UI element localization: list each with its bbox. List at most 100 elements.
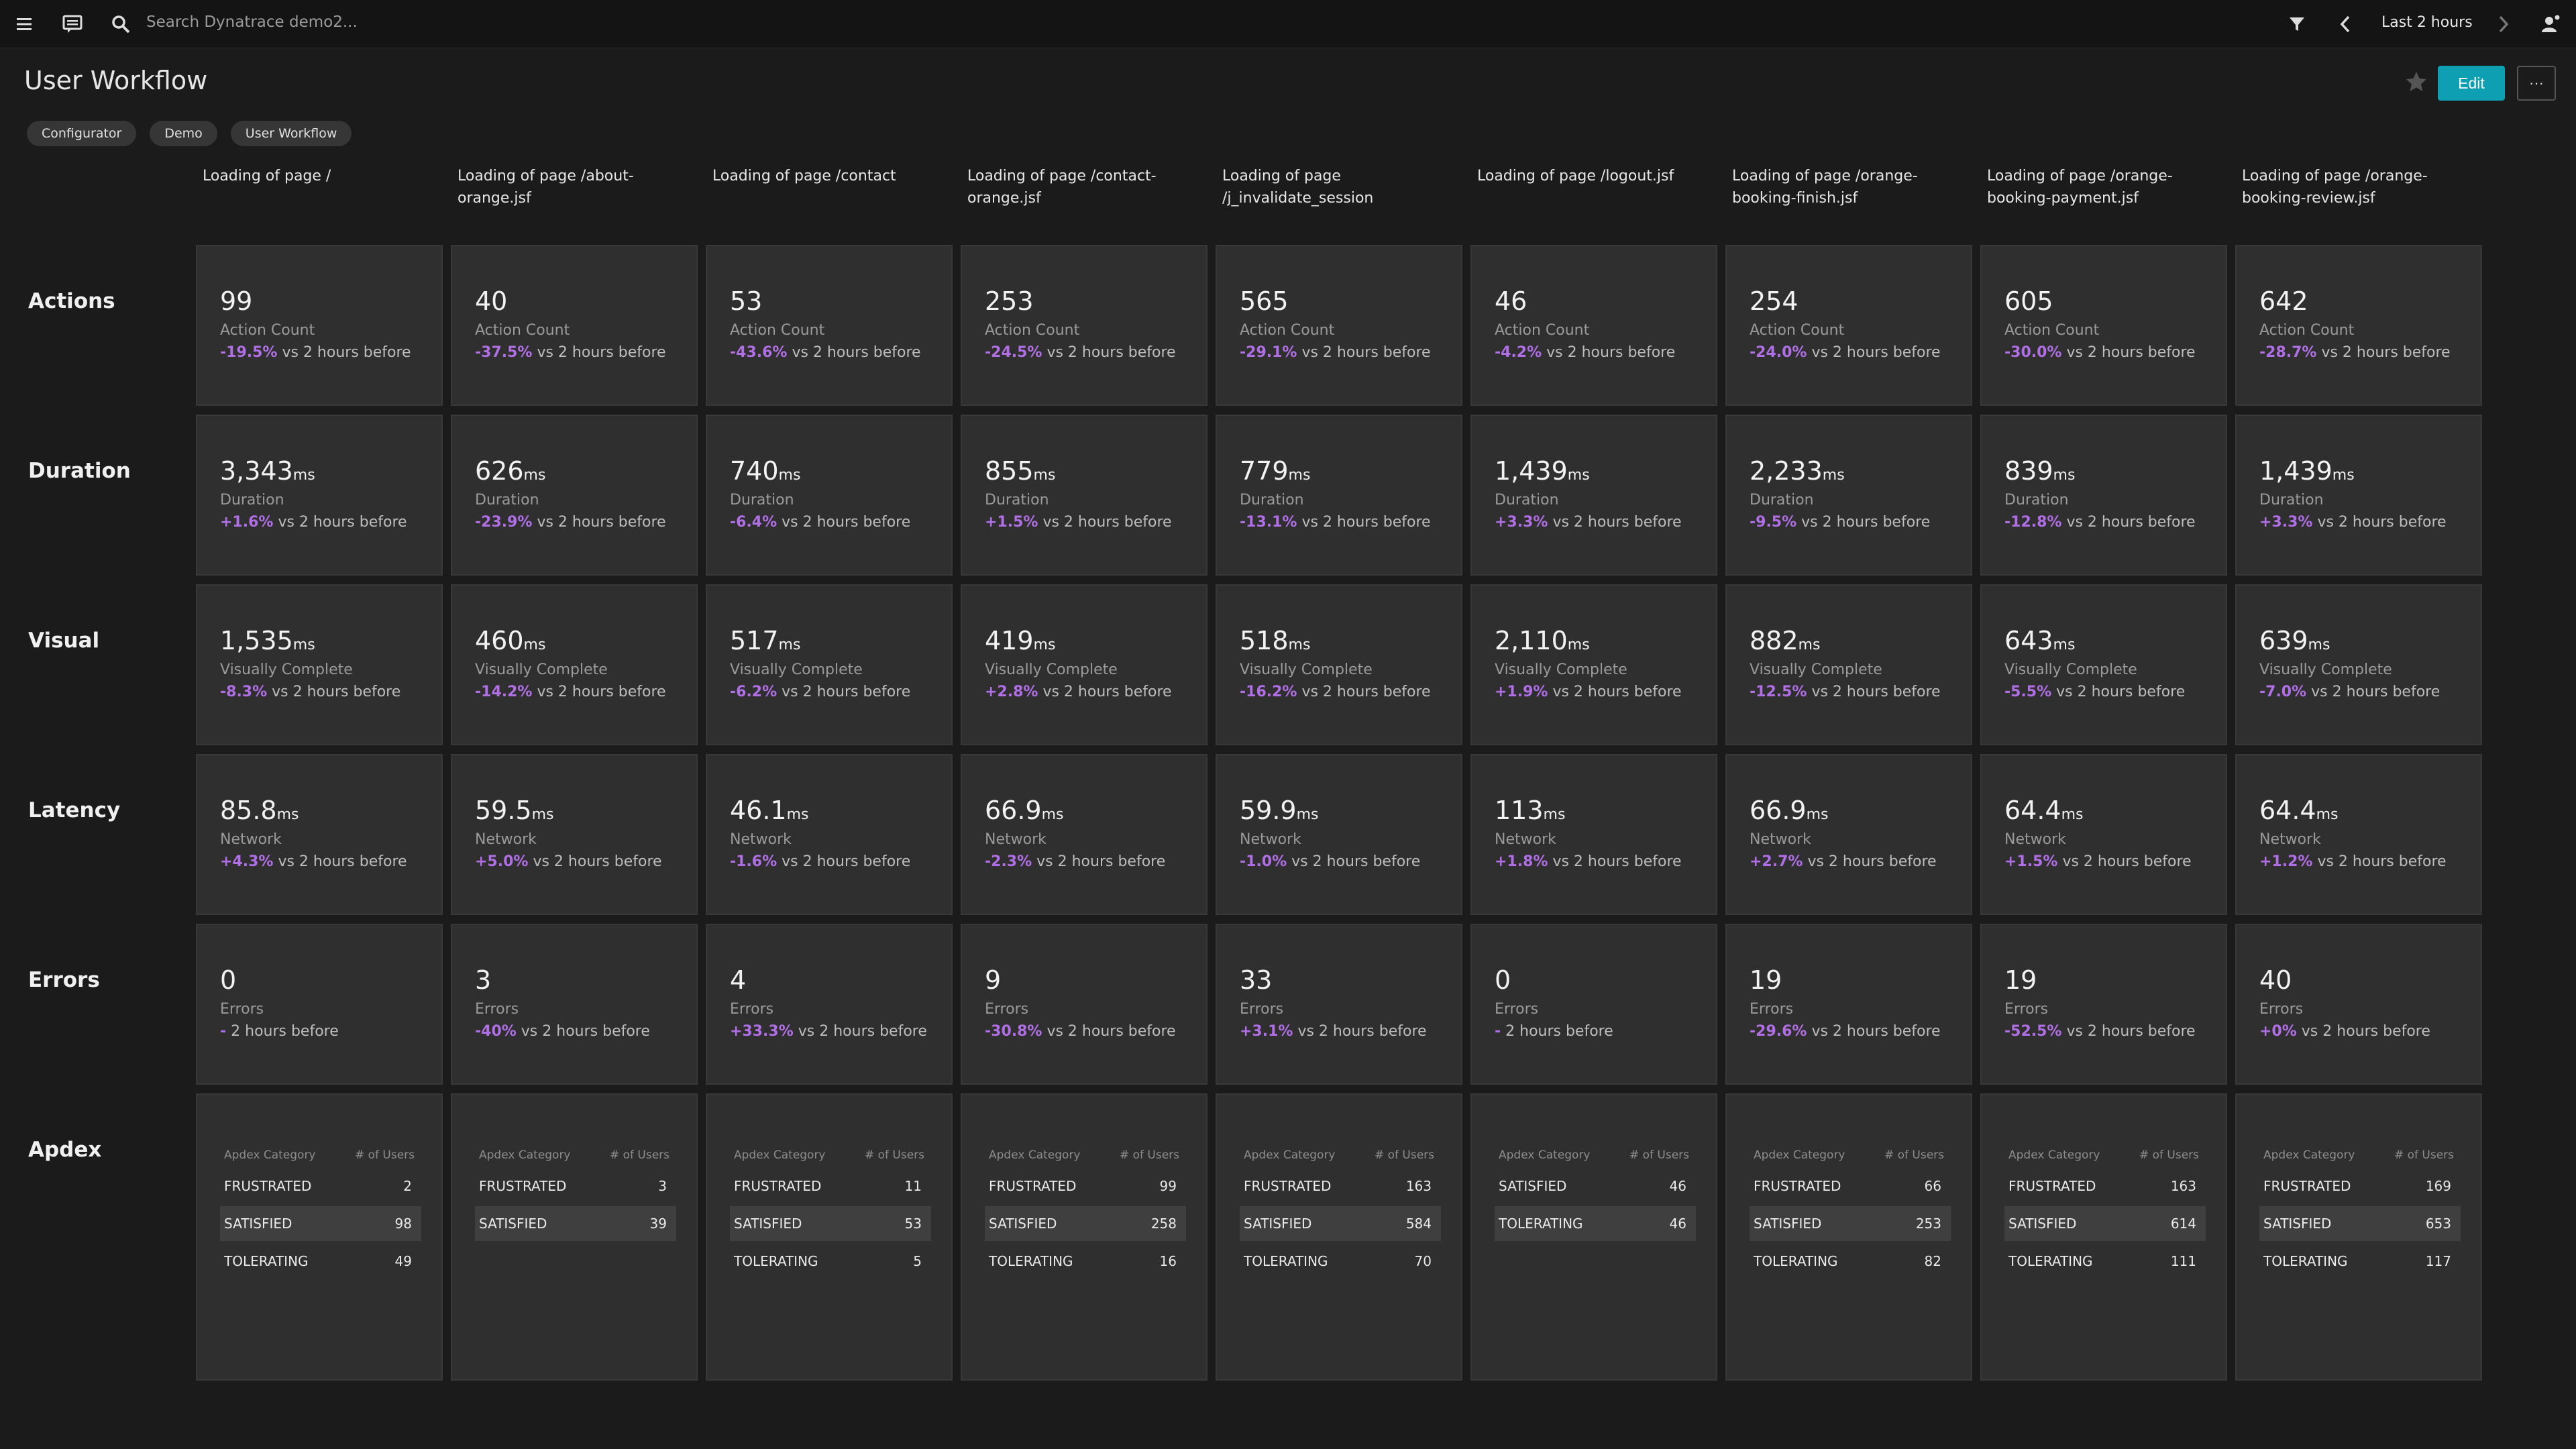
metric-tile[interactable]: 855ms Duration +1.5% vs 2 hours before bbox=[961, 415, 1208, 576]
apdex-table-header: Apdex Category # of Users bbox=[985, 1148, 1186, 1166]
apdex-user-count: 46 bbox=[1669, 1178, 1686, 1194]
metric-tile[interactable]: 2,110ms Visually Complete +1.9% vs 2 hours… bbox=[1470, 584, 1717, 745]
edit-button[interactable]: Edit bbox=[2438, 66, 2505, 101]
apdex-table-header: Apdex Category # of Users bbox=[1750, 1148, 1951, 1166]
metric-tile[interactable]: 66.9ms Network -2.3% vs 2 hours before bbox=[961, 754, 1208, 915]
table-row: FRUSTRATED 66 bbox=[1750, 1169, 1951, 1203]
metric-tile[interactable]: 1,439ms Duration +3.3% vs 2 hours before bbox=[1470, 415, 1717, 576]
metric-tile[interactable]: 64.4ms Network +1.5% vs 2 hours before bbox=[1980, 754, 2227, 915]
metric-tile[interactable]: 740ms Duration -6.4% vs 2 hours before bbox=[706, 415, 953, 576]
row-label: Latency bbox=[28, 798, 121, 822]
timeframe-selector[interactable]: Last 2 hours bbox=[2381, 14, 2473, 31]
metric-tile[interactable]: 2,233ms Duration -9.5% vs 2 hours before bbox=[1725, 415, 1972, 576]
metric-tile[interactable]: 59.5ms Network +5.0% vs 2 hours before bbox=[451, 754, 698, 915]
apdex-tile[interactable]: Apdex Category # of Users FRUSTRATED 163 SAT… bbox=[1216, 1093, 1462, 1381]
apdex-tile[interactable]: Apdex Category # of Users FRUSTRATED 2 SATIS… bbox=[196, 1093, 443, 1381]
metric-tile[interactable]: 46 Action Count -4.2% vs 2 hours before bbox=[1470, 245, 1717, 406]
metric-comparison: +1.6% vs 2 hours before bbox=[220, 514, 407, 531]
menu-icon[interactable] bbox=[12, 12, 36, 36]
metric-tile[interactable]: 9 Errors -30.8% vs 2 hours before bbox=[961, 924, 1208, 1085]
apdex-tile[interactable]: Apdex Category # of Users FRUSTRATED 11 SATI… bbox=[706, 1093, 953, 1381]
apdex-tile[interactable]: Apdex Category # of Users FRUSTRATED 66 SATI… bbox=[1725, 1093, 1972, 1381]
metric-tile[interactable]: 779ms Duration -13.1% vs 2 hours before bbox=[1216, 415, 1462, 576]
comparison-text: vs 2 hours before bbox=[1803, 853, 1937, 870]
metric-tile[interactable]: 639ms Visually Complete -7.0% vs 2 hours b… bbox=[2235, 584, 2482, 745]
metric-tile[interactable]: 85.8ms Network +4.3% vs 2 hours before bbox=[196, 754, 443, 915]
metric-label: Network bbox=[730, 831, 792, 848]
metric-number: 40 bbox=[475, 286, 508, 316]
search-input[interactable]: Search Dynatrace demo2... bbox=[146, 13, 358, 31]
metric-tile[interactable]: 66.9ms Network +2.7% vs 2 hours before bbox=[1725, 754, 1972, 915]
tag-chip[interactable]: Demo bbox=[150, 121, 217, 146]
metric-tile[interactable]: 419ms Visually Complete +2.8% vs 2 hours b… bbox=[961, 584, 1208, 745]
metric-tile[interactable]: 643ms Visually Complete -5.5% vs 2 hours b… bbox=[1980, 584, 2227, 745]
metric-tile[interactable]: 40 Errors +0% vs 2 hours before bbox=[2235, 924, 2482, 1085]
metric-number: 254 bbox=[1750, 286, 1799, 316]
tag-chip[interactable]: Configurator bbox=[27, 121, 137, 146]
filter-icon[interactable] bbox=[2285, 12, 2309, 36]
apdex-tile[interactable]: Apdex Category # of Users FRUSTRATED 163 SAT… bbox=[1980, 1093, 2227, 1381]
metric-tile[interactable]: 19 Errors -29.6% vs 2 hours before bbox=[1725, 924, 1972, 1085]
metric-tile[interactable]: 253 Action Count -24.5% vs 2 hours before bbox=[961, 245, 1208, 406]
apdex-tile[interactable]: Apdex Category # of Users FRUSTRATED 3 SATIS… bbox=[451, 1093, 698, 1381]
metric-tile[interactable]: 4 Errors +33.3% vs 2 hours before bbox=[706, 924, 953, 1085]
metric-tile[interactable]: 19 Errors -52.5% vs 2 hours before bbox=[1980, 924, 2227, 1085]
chevron-left-icon[interactable] bbox=[2333, 12, 2357, 36]
metric-tile[interactable]: 565 Action Count -29.1% vs 2 hours before bbox=[1216, 245, 1462, 406]
search-icon[interactable] bbox=[109, 12, 133, 36]
metric-tile[interactable]: 99 Action Count -19.5% vs 2 hours before bbox=[196, 245, 443, 406]
metric-tile[interactable]: 626ms Duration -23.9% vs 2 hours before bbox=[451, 415, 698, 576]
metric-comparison: -43.6% vs 2 hours before bbox=[730, 344, 921, 361]
apdex-user-count: 46 bbox=[1669, 1216, 1686, 1232]
metric-label: Action Count bbox=[2004, 322, 2100, 339]
change-percent: +2.7% bbox=[1750, 853, 1803, 870]
apdex-tile[interactable]: Apdex Category # of Users SATISFIED 46 TOLER… bbox=[1470, 1093, 1717, 1381]
metric-value: 639ms bbox=[2259, 626, 2330, 655]
metric-tile[interactable]: 40 Action Count -37.5% vs 2 hours before bbox=[451, 245, 698, 406]
metric-tile[interactable]: 64.4ms Network +1.2% vs 2 hours before bbox=[2235, 754, 2482, 915]
metric-tile[interactable]: 113ms Network +1.8% vs 2 hours before bbox=[1470, 754, 1717, 915]
metric-tile[interactable]: 1,535ms Visually Complete -8.3% vs 2 hours… bbox=[196, 584, 443, 745]
metric-tile[interactable]: 517ms Visually Complete -6.2% vs 2 hours b… bbox=[706, 584, 953, 745]
apdex-tile[interactable]: Apdex Category # of Users FRUSTRATED 99 SATI… bbox=[961, 1093, 1208, 1381]
metric-tile[interactable]: 33 Errors +3.1% vs 2 hours before bbox=[1216, 924, 1462, 1085]
metric-tile[interactable]: 839ms Duration -12.8% vs 2 hours before bbox=[1980, 415, 2227, 576]
chevron-right-icon[interactable] bbox=[2491, 12, 2516, 36]
user-icon[interactable] bbox=[2538, 12, 2563, 36]
apdex-table-header: Apdex Category # of Users bbox=[1240, 1148, 1441, 1166]
message-icon[interactable] bbox=[60, 12, 85, 36]
tag-chip[interactable]: User Workflow bbox=[230, 121, 352, 146]
apdex-tile[interactable]: Apdex Category # of Users FRUSTRATED 169 SAT… bbox=[2235, 1093, 2482, 1381]
metric-tile[interactable]: 0 Errors - 2 hours before bbox=[1470, 924, 1717, 1085]
metric-tile[interactable]: 3 Errors -40% vs 2 hours before bbox=[451, 924, 698, 1085]
column-header-line: Loading of page /contact- bbox=[967, 168, 1157, 184]
apdex-category: SATISFIED bbox=[734, 1216, 802, 1232]
table-row: SATISFIED 653 bbox=[2259, 1206, 2461, 1241]
metric-tile[interactable]: 0 Errors - 2 hours before bbox=[196, 924, 443, 1085]
metric-tile[interactable]: 53 Action Count -43.6% vs 2 hours before bbox=[706, 245, 953, 406]
comparison-text: vs 2 hours before bbox=[1548, 684, 1682, 700]
metric-tile[interactable]: 46.1ms Network -1.6% vs 2 hours before bbox=[706, 754, 953, 915]
apdex-col-users: # of Users bbox=[1629, 1148, 1689, 1162]
column-header-line: Loading of page /contact bbox=[712, 168, 896, 184]
more-options-button[interactable]: ··· bbox=[2517, 66, 2556, 101]
metric-tile[interactable]: 518ms Visually Complete -16.2% vs 2 hours … bbox=[1216, 584, 1462, 745]
metric-tile[interactable]: 1,439ms Duration +3.3% vs 2 hours before bbox=[2235, 415, 2482, 576]
comparison-text: vs 2 hours before bbox=[277, 344, 411, 361]
metric-tile[interactable]: 460ms Visually Complete -14.2% vs 2 hours … bbox=[451, 584, 698, 745]
metric-tile[interactable]: 254 Action Count -24.0% vs 2 hours before bbox=[1725, 245, 1972, 406]
metric-tile[interactable]: 882ms Visually Complete -12.5% vs 2 hours … bbox=[1725, 584, 1972, 745]
metric-tile[interactable]: 59.9ms Network -1.0% vs 2 hours before bbox=[1216, 754, 1462, 915]
metric-tile[interactable]: 642 Action Count -28.7% vs 2 hours before bbox=[2235, 245, 2482, 406]
metric-number: 626 bbox=[475, 456, 524, 486]
comparison-text: vs 2 hours before bbox=[267, 684, 401, 700]
column-header-line: Loading of page /orange- bbox=[1732, 168, 1918, 184]
metric-value: 740ms bbox=[730, 456, 800, 486]
metric-comparison: +3.1% vs 2 hours before bbox=[1240, 1023, 1427, 1040]
metric-tile[interactable]: 3,343ms Duration +1.6% vs 2 hours before bbox=[196, 415, 443, 576]
metric-tile[interactable]: 605 Action Count -30.0% vs 2 hours before bbox=[1980, 245, 2227, 406]
metric-number: 518 bbox=[1240, 626, 1289, 655]
star-icon[interactable] bbox=[2404, 70, 2428, 94]
tag-list: Configurator Demo User Workflow bbox=[27, 121, 352, 146]
apdex-table-header: Apdex Category # of Users bbox=[475, 1148, 676, 1166]
